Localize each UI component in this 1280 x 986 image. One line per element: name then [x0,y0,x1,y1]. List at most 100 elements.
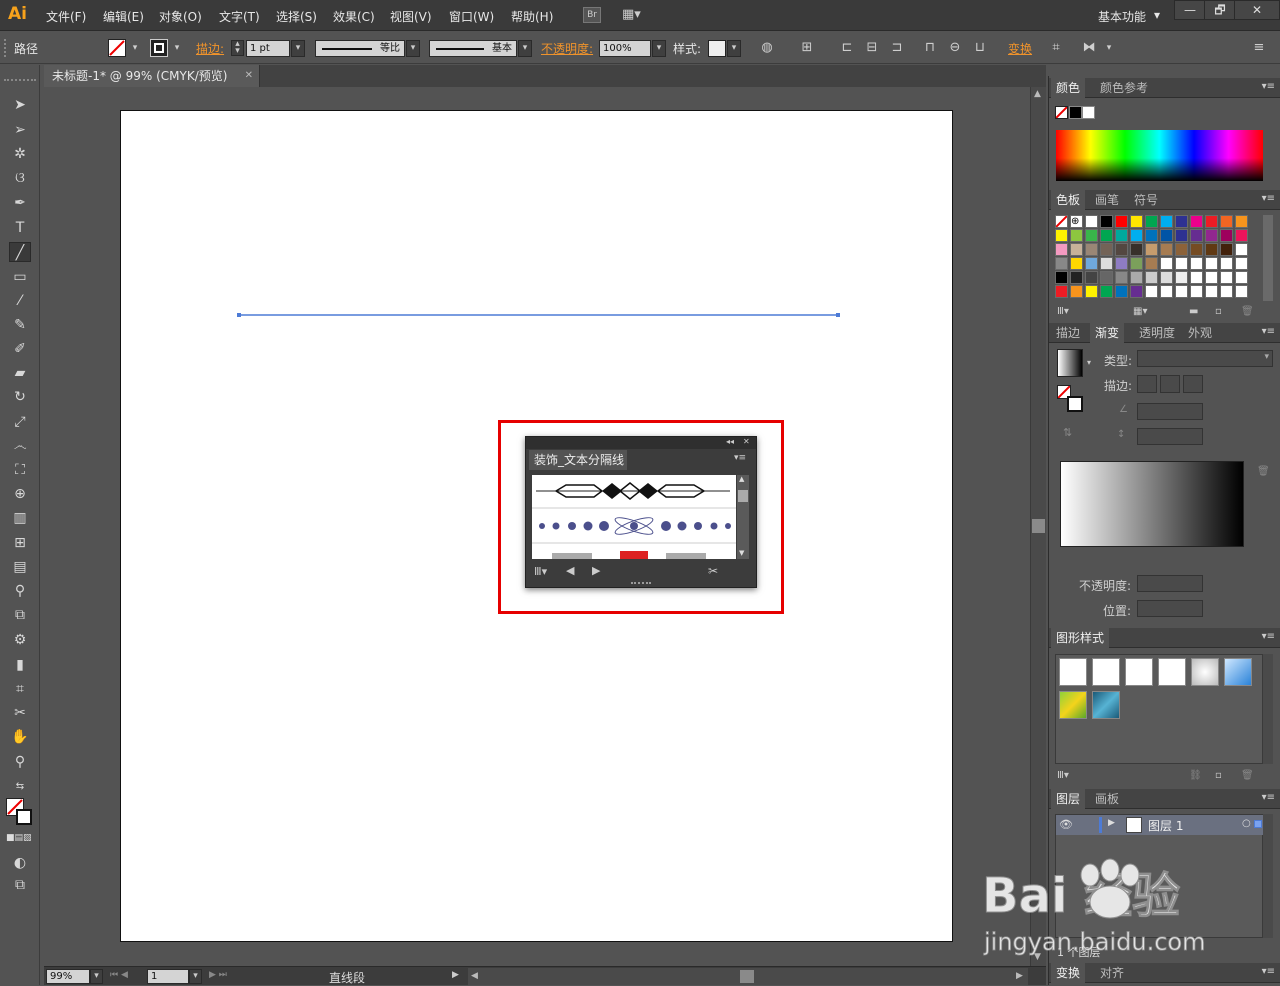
color-swatch[interactable] [1160,271,1173,284]
new-graphic-style-icon[interactable]: ▫ [1215,770,1222,781]
tab-swatches[interactable]: 色板 [1051,190,1086,210]
workspace-switcher[interactable]: 基本功能 [1098,8,1146,25]
color-swatch[interactable] [1235,257,1248,270]
color-swatch[interactable] [1205,215,1218,228]
paintbrush-tool-icon[interactable]: ⁄ [9,291,31,311]
color-swatch[interactable] [1100,285,1113,298]
color-swatch[interactable] [1070,285,1083,298]
tab-artboards[interactable]: 画板 [1090,789,1124,809]
color-swatch[interactable] [1235,215,1248,228]
break-link-icon[interactable]: ⛓ [1189,770,1202,781]
stroke-gradient-across-button[interactable] [1183,375,1203,393]
color-swatch[interactable] [1100,215,1113,228]
stroke-swatch[interactable] [150,39,168,57]
tab-color-guide[interactable]: 颜色参考 [1095,78,1153,98]
reverse-gradient-icon[interactable]: ⇅ [1063,426,1072,439]
swatch-kinds-icon[interactable]: ▦▾ [1133,306,1147,317]
brush-dropdown-icon[interactable]: ▾ [518,40,532,57]
color-swatch[interactable] [1220,229,1233,242]
stroke-weight-label[interactable]: 描边: [196,40,224,57]
color-swatch[interactable] [1085,271,1098,284]
color-swatch[interactable] [1115,215,1128,228]
opacity-dropdown-icon[interactable]: ▾ [652,40,666,57]
delete-swatch-icon[interactable]: 🗑 [1241,306,1254,317]
fill-dropdown-icon[interactable]: ▾ [126,39,144,57]
scale-tool-icon[interactable]: ⤢ [9,412,31,432]
opacity-input[interactable]: 100% [599,40,651,57]
color-swatch[interactable] [1055,271,1068,284]
color-swatch[interactable] [1055,285,1068,298]
color-swatch[interactable] [1160,229,1173,242]
flip-dropdown-icon[interactable]: ▾ [1100,39,1118,57]
color-swatch[interactable] [1190,257,1203,270]
align-center-icon[interactable]: ⊟ [863,39,881,57]
document-tab-close-icon[interactable]: ✕ [245,65,253,87]
color-swatch[interactable] [1145,243,1158,256]
color-swatch[interactable] [1160,285,1173,298]
bridge-button[interactable]: Br [583,7,601,23]
transform-panel-menu-icon[interactable]: ▾≡ [1262,966,1275,977]
color-swatch[interactable] [1070,229,1083,242]
color-panel-menu-icon[interactable]: ▾≡ [1262,81,1275,92]
color-swatch[interactable] [1145,215,1158,228]
profile-dropdown-icon[interactable]: ▾ [406,40,420,57]
free-transform-tool-icon[interactable]: ⛶ [9,460,31,480]
color-swatch[interactable] [1205,257,1218,270]
color-swatch[interactable] [1130,229,1143,242]
color-swatch[interactable] [1145,257,1158,270]
graphic-style-swatch[interactable] [708,40,726,57]
control-menu-icon[interactable]: ≡ [1250,39,1268,57]
color-swatch[interactable] [1115,243,1128,256]
color-swatch[interactable] [1175,215,1188,228]
line-segment-tool-icon[interactable]: ╱ [9,242,31,262]
color-swatch[interactable] [1130,243,1143,256]
color-swatch[interactable] [1160,215,1173,228]
gradient-position-input[interactable] [1137,600,1203,617]
tab-color[interactable]: 颜色 [1051,78,1086,98]
rectangle-tool-icon[interactable]: ▭ [9,267,31,287]
zoom-dropdown-icon[interactable]: ▾ [90,969,103,984]
style-blue-texture[interactable] [1092,691,1120,719]
color-swatch[interactable] [1085,257,1098,270]
blend-tool-icon[interactable]: ⧉ [9,605,31,625]
hscroll-thumb[interactable] [740,970,754,983]
scroll-up-icon[interactable]: ▲ [1034,89,1041,99]
graphic-styles-scrollbar[interactable] [1263,654,1273,764]
color-swatch[interactable] [1235,271,1248,284]
stroke-stepper[interactable]: ▴ ▾ [231,40,244,56]
tab-appearance[interactable]: 外观 [1183,323,1217,343]
color-swatch[interactable] [1100,257,1113,270]
tab-layers[interactable]: 图层 [1051,789,1086,809]
style-green-texture[interactable] [1059,691,1087,719]
menu-file[interactable]: 文件(F) [46,8,86,25]
lasso-tool-icon[interactable]: ଓ [9,168,31,188]
align-bottom-icon[interactable]: ⊔ [971,39,989,57]
direct-selection-tool-icon[interactable]: ➢ [9,120,31,140]
selection-indicator[interactable] [1254,820,1262,828]
color-swatch[interactable] [1085,215,1098,228]
color-swatch[interactable] [1160,257,1173,270]
swatches-panel-menu-icon[interactable]: ▾≡ [1262,193,1275,204]
layer-name[interactable]: 图层 1 [1148,817,1183,834]
color-swatch[interactable] [1175,243,1188,256]
gradient-panel-menu-icon[interactable]: ▾≡ [1262,326,1275,337]
scroll-right-icon[interactable]: ▶ [1016,971,1023,981]
artboard-dropdown-icon[interactable]: ▾ [189,969,202,984]
document-tab[interactable]: 未标题-1* @ 99% (CMYK/预览) ✕ [44,65,260,87]
color-swatch[interactable] [1130,285,1143,298]
rotate-tool-icon[interactable]: ↻ [9,387,31,407]
style-default[interactable] [1059,658,1087,686]
style-no-fill[interactable] [1092,658,1120,686]
tab-graphic-styles[interactable]: 图形样式 [1051,628,1110,648]
layer-row[interactable]: 👁 ▶ 图层 1 ○ [1056,815,1263,835]
gradient-preview[interactable] [1057,349,1083,377]
tab-transform[interactable]: 变换 [1051,963,1086,983]
color-swatch[interactable] [1220,257,1233,270]
color-swatch[interactable] [1220,243,1233,256]
layers-panel-menu-icon[interactable]: ▾≡ [1262,792,1275,803]
color-spectrum[interactable] [1056,130,1263,181]
menu-view[interactable]: 视图(V) [390,8,432,25]
pen-tool-icon[interactable]: ✒ [9,193,31,213]
symbol-sprayer-tool-icon[interactable]: ⚙ [9,630,31,650]
color-swatch[interactable] [1115,271,1128,284]
